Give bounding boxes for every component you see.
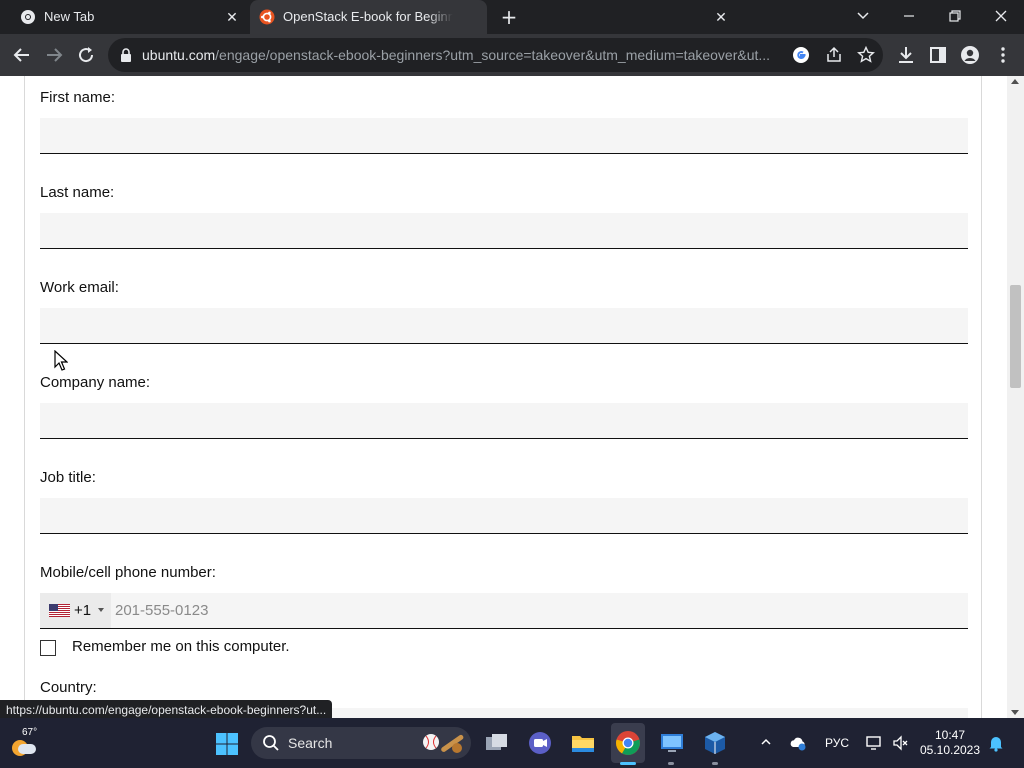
chrome-icon — [21, 10, 35, 24]
url-path: /engage/openstack-ebook-beginners?utm_so… — [215, 47, 771, 63]
url-text[interactable]: ubuntu.com/engage/openstack-ebook-beginn… — [142, 47, 782, 63]
onedrive-icon[interactable] — [789, 734, 807, 752]
work-email-input[interactable] — [40, 308, 968, 344]
job-title-label: Job title: — [40, 469, 96, 486]
temperature: 67° — [22, 727, 38, 738]
weather-cloud-icon — [18, 744, 36, 754]
windows-taskbar: 67° Search РУС 10:47 05.10.2023 — [0, 718, 1024, 768]
company-name-input[interactable] — [40, 403, 968, 439]
caret-down-icon — [98, 608, 104, 612]
profile-icon[interactable] — [960, 45, 980, 65]
page-scrollbar[interactable] — [1007, 76, 1024, 718]
language-indicator[interactable]: РУС — [825, 736, 849, 750]
remember-me-checkbox[interactable] — [40, 640, 56, 656]
side-panel-icon[interactable] — [928, 45, 948, 65]
restore-icon[interactable] — [943, 5, 967, 27]
clock-date: 05.10.2023 — [919, 743, 981, 757]
company-name-label: Company name: — [40, 374, 151, 391]
new-tab-button[interactable]: + — [499, 7, 519, 27]
browser-toolbar: ubuntu.com/engage/openstack-ebook-beginn… — [0, 34, 1024, 76]
scroll-thumb[interactable] — [1010, 285, 1021, 388]
lock-icon[interactable] — [120, 48, 132, 62]
menu-kebab-icon[interactable] — [993, 45, 1013, 65]
mouse-cursor-icon — [54, 350, 68, 371]
back-arrow-icon[interactable] — [10, 43, 34, 67]
phone-input[interactable]: +1 201-555-0123 — [40, 593, 968, 629]
search-label: Search — [288, 735, 333, 751]
remote-desktop-icon[interactable] — [659, 730, 685, 756]
baseball-icon — [423, 734, 464, 753]
teams-chat-icon[interactable] — [527, 730, 553, 756]
scroll-down-arrow-icon[interactable] — [1011, 710, 1019, 715]
tab-title: New Tab — [44, 9, 95, 24]
search-icon — [263, 735, 279, 751]
notification-bell-icon[interactable] — [987, 734, 1005, 752]
bookmark-star-icon[interactable] — [857, 46, 875, 64]
network-icon[interactable] — [865, 734, 883, 752]
chevron-up-icon[interactable] — [760, 736, 772, 748]
system-clock[interactable]: 10:47 05.10.2023 — [918, 728, 982, 758]
tab-search-chevron-icon[interactable] — [851, 5, 875, 27]
scroll-up-arrow-icon[interactable] — [1011, 79, 1019, 84]
taskbar-search[interactable]: Search — [251, 727, 471, 759]
share-icon[interactable] — [825, 46, 843, 64]
close-tab-icon[interactable]: ✕ — [713, 9, 729, 25]
country-label: Country: — [40, 679, 97, 696]
dial-code: +1 — [74, 602, 92, 619]
minimize-icon[interactable] — [897, 5, 921, 27]
work-email-label: Work email: — [40, 279, 119, 296]
tab-strip: New Tab ✕ OpenStack E-book for Beginners… — [0, 0, 1024, 34]
job-title-input[interactable] — [40, 498, 968, 534]
tab-title: OpenStack E-book for Beginners — [283, 9, 453, 24]
us-flag-icon — [49, 604, 70, 617]
ubuntu-icon — [259, 9, 275, 25]
tab-openstack-ebook[interactable]: OpenStack E-book for Beginners ✕ — [250, 0, 727, 34]
last-name-input[interactable] — [40, 213, 968, 249]
virtualbox-indicator — [712, 762, 718, 765]
remember-me-label[interactable]: Remember me on this computer. — [72, 638, 290, 655]
task-view-icon[interactable] — [484, 730, 510, 756]
url-host: ubuntu.com — [142, 47, 216, 63]
clock-time: 10:47 — [934, 728, 966, 742]
country-code-selector[interactable]: +1 — [40, 593, 111, 628]
web-page: First name: Last name: Work email: Compa… — [0, 76, 1007, 718]
chrome-active-indicator — [620, 762, 636, 765]
download-icon[interactable] — [896, 45, 916, 65]
phone-placeholder: 201-555-0123 — [115, 602, 209, 619]
forward-arrow-icon[interactable] — [42, 43, 66, 67]
address-bar[interactable]: ubuntu.com/engage/openstack-ebook-beginn… — [108, 38, 883, 72]
reload-icon[interactable] — [74, 43, 98, 67]
windows-start-icon[interactable] — [215, 732, 239, 756]
close-tab-icon[interactable]: ✕ — [224, 9, 240, 25]
virtualbox-icon[interactable] — [702, 730, 728, 756]
google-lens-icon[interactable] — [792, 46, 810, 64]
first-name-label: First name: — [40, 89, 116, 106]
file-explorer-icon[interactable] — [570, 730, 596, 756]
last-name-label: Last name: — [40, 184, 115, 201]
first-name-input[interactable] — [40, 118, 968, 154]
phone-label: Mobile/cell phone number: — [40, 564, 216, 581]
link-status-url: https://ubuntu.com/engage/openstack-eboo… — [0, 700, 333, 720]
remote-desktop-indicator — [668, 762, 674, 765]
tab-new-tab[interactable]: New Tab ✕ — [0, 0, 246, 34]
volume-muted-icon[interactable] — [892, 734, 910, 752]
chrome-taskbar-icon[interactable] — [615, 730, 641, 756]
close-window-icon[interactable] — [989, 5, 1013, 27]
